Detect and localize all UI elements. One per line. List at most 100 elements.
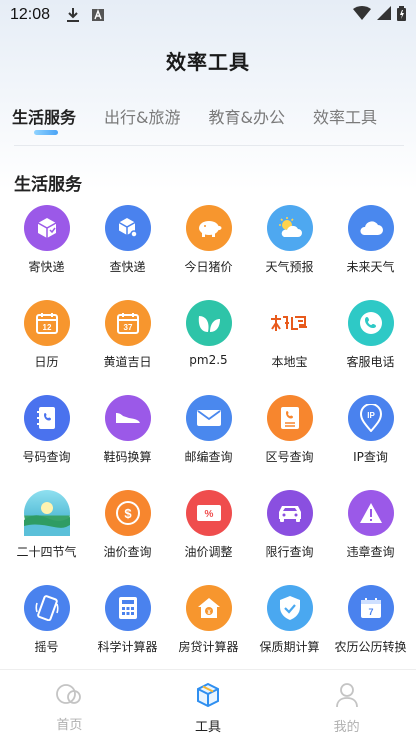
house-money-icon: ¥ [185,585,232,631]
ip-location-icon: IP [347,395,394,441]
status-bar: 12:08 [0,0,416,30]
tool-calendar[interactable]: 12 日历 [6,300,87,395]
tab-travel[interactable]: 出行&旅游 [104,100,180,140]
tool-violation[interactable]: 违章查询 [330,490,411,585]
nav-label: 工具 [195,720,222,735]
home-icon [56,682,82,710]
tool-send-package[interactable]: 寄快递 [6,205,87,300]
bottom-nav: 首页 工具 我的 [0,669,416,741]
tool-area-code[interactable]: 区号查询 [249,395,330,490]
tool-solar-terms[interactable]: 二十四节气 [6,490,87,585]
tool-auspicious-days[interactable]: 37 黄道吉日 [87,300,168,395]
nav-home[interactable]: 首页 [0,670,139,741]
tool-label: 区号查询 [265,450,314,464]
calendar-7-icon: 7 [347,585,394,631]
landscape-icon [23,490,70,536]
tool-shoe-size[interactable]: 鞋码换算 [87,395,168,490]
tool-label: 二十四节气 [16,545,77,559]
battery-icon [397,5,406,25]
notification-a-icon [92,9,105,21]
tool-lottery[interactable]: 摇号 [6,585,87,680]
tool-label: 违章查询 [346,545,395,559]
tool-label: 限行查询 [265,545,314,559]
tool-pm25[interactable]: pm2.5 [168,300,249,395]
tool-label: 客服电话 [346,355,395,369]
tool-label: 邮编查询 [184,450,233,464]
tool-traffic-restriction[interactable]: 限行查询 [249,490,330,585]
phone-shake-icon [23,585,70,631]
tool-label: 黄道吉日 [103,355,152,369]
category-tabs: 生活服务 出行&旅游 教育&办公 效率工具 [0,100,416,140]
tab-efficiency-tools[interactable]: 效率工具 [313,100,377,140]
cube-icon [195,682,221,712]
tool-oil-adjust[interactable]: % 油价调整 [168,490,249,585]
envelope-icon [185,395,232,441]
package-send-icon [23,205,70,251]
car-icon [266,490,313,536]
shoe-icon [104,395,151,441]
pig-icon [185,205,232,251]
svg-text:$: $ [124,506,132,521]
tool-label: 科学计算器 [97,640,158,654]
tool-oil-price[interactable]: $ 油价查询 [87,490,168,585]
phone-book-icon [23,395,70,441]
tool-scientific-calculator[interactable]: 科学计算器 [87,585,168,680]
package-search-icon [104,205,151,251]
tool-label: pm2.5 [189,353,228,367]
tool-label: 鞋码换算 [103,450,152,464]
signal-icon [377,6,391,24]
tool-label: 摇号 [34,640,59,654]
tool-label: 房贷计算器 [178,640,239,654]
sun-cloud-icon [266,205,313,251]
nav-label: 我的 [333,720,360,735]
shield-check-icon [266,585,313,631]
svg-text:12: 12 [42,323,51,332]
tab-life-services[interactable]: 生活服务 [12,100,76,140]
tool-postcode[interactable]: 邮编查询 [168,395,249,490]
tool-ip-lookup[interactable]: IP IP查询 [330,395,411,490]
calculator-icon [104,585,151,631]
wifi-icon [353,6,371,24]
tool-mortgage-calculator[interactable]: ¥ 房贷计算器 [168,585,249,680]
tool-label: 油价调整 [184,545,233,559]
tool-number-lookup[interactable]: 号码查询 [6,395,87,490]
section-title: 生活服务 [14,175,82,195]
tool-label: 未来天气 [346,260,395,274]
tool-shelf-life[interactable]: 保质期计算 [249,585,330,680]
tool-weather-forecast[interactable]: 天气预报 [249,205,330,300]
download-icon [66,7,80,23]
page-title: 效率工具 [166,50,250,74]
tool-track-package[interactable]: 查快递 [87,205,168,300]
leaf-icon [185,300,232,346]
tabs-divider [14,145,404,146]
tool-label: 天气预报 [265,260,314,274]
user-icon [335,682,359,712]
warning-icon [347,490,394,536]
calendar-icon: 12 [23,300,70,346]
svg-text:%: % [204,509,213,520]
nav-tools[interactable]: 工具 [139,670,278,741]
tool-lunar-solar-convert[interactable]: 7 农历公历转换 [330,585,411,680]
bendibao-logo-icon [266,300,313,346]
tool-pig-price[interactable]: 今日猪价 [168,205,249,300]
svg-text:37: 37 [123,323,132,332]
tool-label: 保质期计算 [259,640,320,654]
tool-label: 农历公历转换 [334,640,407,654]
tool-label: 油价查询 [103,545,152,559]
tab-education-office[interactable]: 教育&办公 [209,100,285,140]
tool-future-weather[interactable]: 未来天气 [330,205,411,300]
calendar-37-icon: 37 [104,300,151,346]
phone-icon [347,300,394,346]
tool-bendibao[interactable]: 本地宝 [249,300,330,395]
svg-text:IP: IP [367,411,375,420]
nav-label: 首页 [56,718,83,733]
tool-label: 今日猪价 [184,260,233,274]
tool-label: 寄快递 [28,260,65,274]
tool-label: IP查询 [353,450,388,464]
percent-tag-icon: % [185,490,232,536]
tool-label: 日历 [34,355,59,369]
tool-service-phone[interactable]: 客服电话 [330,300,411,395]
svg-text:7: 7 [368,607,373,617]
cloud-icon [347,205,394,251]
nav-profile[interactable]: 我的 [277,670,416,741]
